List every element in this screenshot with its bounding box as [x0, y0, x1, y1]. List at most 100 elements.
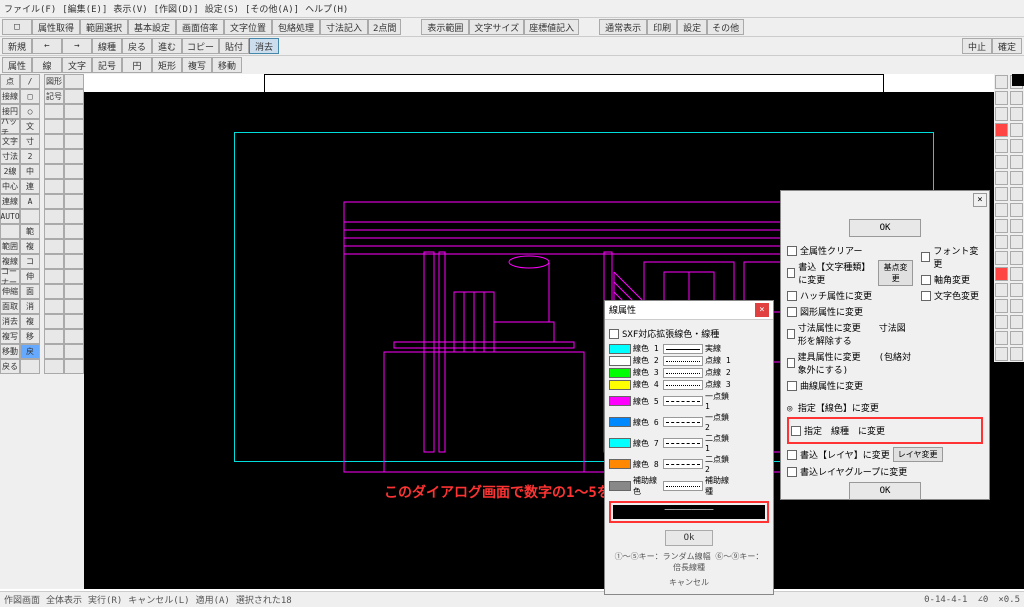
cb-black2[interactable]	[1012, 80, 1024, 86]
lt-A-3[interactable]: ハッチ	[0, 119, 20, 134]
tb2-r1[interactable]: 確定	[992, 38, 1022, 54]
tb1-2[interactable]: 範囲選択	[80, 19, 128, 35]
lt-D-1[interactable]	[64, 89, 84, 104]
lt-D-14[interactable]	[64, 284, 84, 299]
d1-swatch-4[interactable]	[609, 396, 631, 406]
rt-7-0[interactable]	[995, 187, 1008, 201]
lt-D-6[interactable]	[64, 164, 84, 179]
tb2-4[interactable]: 戻る	[122, 38, 152, 54]
lt-A-0[interactable]: 点	[0, 74, 20, 89]
lt-A-13[interactable]: コーナー	[0, 269, 20, 284]
d1-swatch-7[interactable]	[609, 459, 631, 469]
rt-10-1[interactable]	[1010, 235, 1023, 249]
rt-6-0[interactable]	[995, 171, 1008, 185]
rt-8-0[interactable]	[995, 203, 1008, 217]
rt-4-1[interactable]	[1010, 139, 1023, 153]
tb3-7[interactable]: 移動	[212, 57, 242, 73]
lt-A-1[interactable]: 接線	[0, 89, 20, 104]
lt-D-7[interactable]	[64, 179, 84, 194]
dialog2-close-button[interactable]: ×	[973, 193, 987, 207]
d1-lstyle-1[interactable]	[663, 356, 703, 366]
lt-C-5[interactable]	[44, 149, 64, 164]
d2-chk-3[interactable]	[787, 307, 797, 317]
rt-13-0[interactable]	[995, 283, 1008, 297]
rt-1-1[interactable]	[1010, 91, 1023, 105]
menu-draw[interactable]: [作図(D)]	[154, 2, 199, 15]
linewidth-bar[interactable]: ―――――――――	[613, 505, 765, 519]
d1-lstyle-8[interactable]	[663, 481, 703, 491]
rt-12-0[interactable]	[995, 267, 1008, 281]
d2-btn-1[interactable]: 基点変更	[878, 260, 913, 286]
tb2-0[interactable]: 新規	[2, 38, 32, 54]
tb1-7[interactable]: 寸法記入	[320, 19, 368, 35]
tb3-6[interactable]: 複写	[182, 57, 212, 73]
rt-14-0[interactable]	[995, 299, 1008, 313]
dialog1-close-button[interactable]: ×	[755, 303, 769, 317]
lt-B-13[interactable]: 伸	[20, 269, 40, 284]
lt-D-3[interactable]	[64, 119, 84, 134]
rt-4-0[interactable]	[995, 139, 1008, 153]
lt-D-18[interactable]	[64, 344, 84, 359]
tb2-3[interactable]: 線種	[92, 38, 122, 54]
lt-A-19[interactable]: 戻る	[0, 359, 20, 374]
lt-B-14[interactable]: 面	[20, 284, 40, 299]
d1-lstyle-7[interactable]	[663, 459, 703, 469]
lt-C-18[interactable]	[44, 344, 64, 359]
d1-swatch-8[interactable]	[609, 481, 631, 491]
lt-D-19[interactable]	[64, 359, 84, 374]
rt-16-0[interactable]	[995, 331, 1008, 345]
lt-D-10[interactable]	[64, 224, 84, 239]
lt-B-1[interactable]: □	[20, 89, 40, 104]
menu-other[interactable]: [その他(A)]	[245, 2, 299, 15]
sxf-checkbox[interactable]	[609, 329, 619, 339]
lt-C-11[interactable]	[44, 239, 64, 254]
d2-b2-chk[interactable]	[787, 467, 797, 477]
lt-C-14[interactable]	[44, 284, 64, 299]
rt-6-1[interactable]	[1010, 171, 1023, 185]
d1-swatch-1[interactable]	[609, 356, 631, 366]
lt-C-9[interactable]	[44, 209, 64, 224]
d1-swatch-5[interactable]	[609, 417, 631, 427]
tb3-0[interactable]: 属性	[2, 57, 32, 73]
lt-C-7[interactable]	[44, 179, 64, 194]
d1-lstyle-0[interactable]	[663, 344, 703, 354]
tb2-7[interactable]: 貼付	[219, 38, 249, 54]
d1-swatch-3[interactable]	[609, 380, 631, 390]
lt-C-16[interactable]	[44, 314, 64, 329]
lt-C-3[interactable]	[44, 119, 64, 134]
lt-D-11[interactable]	[64, 239, 84, 254]
d2-chk-1[interactable]	[787, 268, 795, 278]
menu-settings[interactable]: 設定(S)	[205, 2, 239, 15]
tb1-4[interactable]: 画面倍率	[176, 19, 224, 35]
lt-A-8[interactable]: 連線	[0, 194, 20, 209]
tb1-16[interactable]: 通常表示	[599, 19, 647, 35]
d2-chk-6[interactable]	[787, 381, 797, 391]
dialog2-ok-top[interactable]: OK	[849, 219, 922, 237]
lt-D-16[interactable]	[64, 314, 84, 329]
rt-7-1[interactable]	[1010, 187, 1023, 201]
tb1-1[interactable]: 属性取得	[32, 19, 80, 35]
tb2-6[interactable]: コピー	[182, 38, 219, 54]
lt-B-0[interactable]: /	[20, 74, 40, 89]
lt-B-7[interactable]: 連	[20, 179, 40, 194]
rt-9-0[interactable]	[995, 219, 1008, 233]
lt-A-6[interactable]: 2線	[0, 164, 20, 179]
tb1-19[interactable]: その他	[707, 19, 744, 35]
tb1-6[interactable]: 包絡処理	[272, 19, 320, 35]
d2-hl-chk[interactable]	[791, 426, 801, 436]
lt-A-15[interactable]: 面取	[0, 299, 20, 314]
dialog1-titlebar[interactable]: 線属性 ×	[605, 301, 773, 320]
rt-13-1[interactable]	[1010, 283, 1023, 297]
lt-A-9[interactable]: AUTO	[0, 209, 20, 224]
lt-B-12[interactable]: コ	[20, 254, 40, 269]
lt-B-17[interactable]: 移	[20, 329, 40, 344]
tb1-0[interactable]: □	[2, 19, 32, 35]
d1-swatch-2[interactable]	[609, 368, 631, 378]
tb1-10[interactable]: 表示範囲	[421, 19, 469, 35]
tb2-r0[interactable]: 中止	[962, 38, 992, 54]
rt-1-0[interactable]	[995, 91, 1008, 105]
tb1-5[interactable]: 文字位置	[224, 19, 272, 35]
rt-5-0[interactable]	[995, 155, 1008, 169]
lt-C-17[interactable]	[44, 329, 64, 344]
lt-B-15[interactable]: 消	[20, 299, 40, 314]
